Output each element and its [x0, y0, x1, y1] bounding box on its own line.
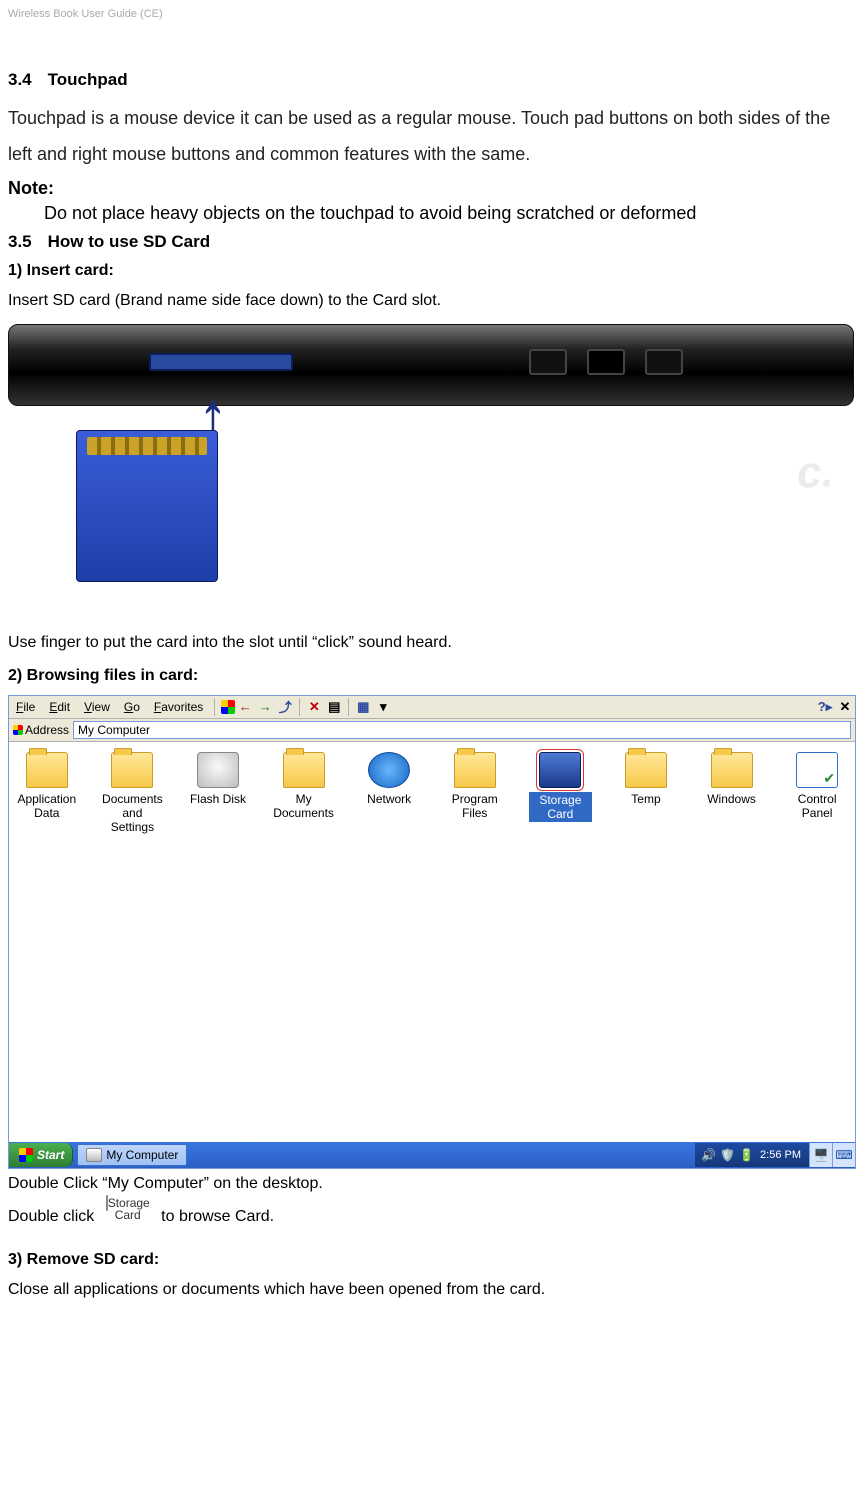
remove-card-text: Close all applications or documents whic… [8, 1279, 858, 1301]
views-dropdown-icon[interactable]: ▾ [374, 698, 392, 716]
taskbar: Start My Computer 🔊 🛡️ 🔋 2:56 PM 🖥️ ⌨ [9, 1142, 855, 1168]
forward-button[interactable]: → [256, 698, 274, 716]
note-label: Note: [8, 178, 858, 199]
drive-label: Documents and Settings [101, 792, 165, 834]
drive-my-documents[interactable]: My Documents [272, 752, 336, 820]
insert-card-heading: 1) Insert card: [8, 262, 858, 280]
taskbar-clock: 2:56 PM [760, 1149, 801, 1161]
back-button[interactable]: ← [236, 698, 254, 716]
delete-button[interactable]: ✕ [305, 698, 323, 716]
laptop-side-view [8, 324, 854, 406]
drive-network[interactable]: Network [357, 752, 421, 806]
folder-icon [111, 752, 153, 788]
section-num: 3.5 [8, 232, 32, 252]
drive-temp[interactable]: Temp [614, 752, 678, 806]
properties-button[interactable]: ▤ [325, 698, 343, 716]
sip-button[interactable]: ⌨ [832, 1143, 855, 1167]
port-2 [587, 349, 625, 375]
taskbar-item-label: My Computer [106, 1148, 178, 1162]
windows-flag-icon[interactable] [221, 700, 235, 714]
drive-application-data[interactable]: Application Data [15, 752, 79, 820]
sd-card-icon [76, 430, 218, 582]
folder-icon [625, 752, 667, 788]
explorer-icon [86, 1148, 102, 1162]
drive-label: Application Data [15, 792, 79, 820]
tray-icon[interactable]: 🔋 [739, 1148, 754, 1162]
after-insert-text: Use finger to put the card into the slot… [8, 632, 858, 654]
menu-go[interactable]: Go [117, 697, 147, 717]
close-button[interactable]: ✕ [836, 698, 854, 716]
drive-label: Windows [700, 792, 764, 806]
menu-favorites[interactable]: Favorites [147, 697, 210, 717]
insert-card-text: Insert SD card (Brand name side face dow… [8, 290, 858, 312]
control-panel-icon [796, 752, 838, 788]
menu-file[interactable]: File [9, 697, 42, 717]
touchpad-paragraph: Touchpad is a mouse device it can be use… [8, 100, 858, 172]
windows-logo-icon [19, 1148, 33, 1162]
drive-label: Storage Card [529, 792, 593, 822]
drive-label: Temp [614, 792, 678, 806]
watermark-text: c. [796, 448, 834, 499]
section-name: Touchpad [48, 70, 128, 89]
storage-card-inline-icon: Storage Card [99, 1197, 157, 1237]
menu-bar: File Edit View Go Favorites ← → ⤴ ✕ ▤ ▦ … [9, 696, 855, 719]
remove-card-heading: 3) Remove SD card: [8, 1251, 858, 1269]
drive-program-files[interactable]: Program Files [443, 752, 507, 820]
double-click-mycomputer-text: Double Click “My Computer” on the deskto… [8, 1173, 858, 1195]
folder-icon [711, 752, 753, 788]
menu-edit[interactable]: Edit [42, 697, 77, 717]
address-label: Address [9, 721, 71, 739]
menu-view[interactable]: View [77, 697, 117, 717]
sd-slot [149, 353, 293, 371]
folder-icon [283, 752, 325, 788]
explorer-window: File Edit View Go Favorites ← → ⤴ ✕ ▤ ▦ … [8, 695, 856, 1169]
folder-icon [454, 752, 496, 788]
drive-storage-card[interactable]: Storage Card [529, 752, 593, 822]
note-body: Do not place heavy objects on the touchp… [8, 199, 858, 228]
sd-card-illustration: ↑ c. [8, 318, 854, 628]
tray-icon[interactable]: 🔊 [701, 1148, 716, 1162]
drive-documents-and-settings[interactable]: Documents and Settings [101, 752, 165, 834]
address-bar: Address My Computer [9, 719, 855, 742]
drive-label: My Documents [272, 792, 336, 820]
browsing-heading: 2) Browsing files in card: [8, 667, 858, 685]
section-num: 3.4 [8, 70, 32, 90]
drive-label: Control Panel [785, 792, 849, 820]
section-3-4-title: 3.4 Touchpad [8, 70, 858, 90]
system-tray[interactable]: 🔊 🛡️ 🔋 2:56 PM [695, 1143, 809, 1167]
network-icon [368, 752, 410, 788]
folder-icon [26, 752, 68, 788]
side-ports [529, 349, 683, 375]
help-button[interactable]: ?▸ [816, 698, 834, 716]
port-3 [645, 349, 683, 375]
doc-header: Wireless Book User Guide (CE) [8, 8, 858, 70]
start-label: Start [37, 1148, 64, 1162]
port-1 [529, 349, 567, 375]
drive-control-panel[interactable]: Control Panel [785, 752, 849, 820]
drive-label: Network [357, 792, 421, 806]
section-name: How to use SD Card [48, 232, 210, 251]
storage-card-label: Storage Card [108, 1196, 150, 1222]
double-click-storagecard-line: Double click Storage Card to browse Card… [8, 1197, 858, 1237]
storage-card-icon [539, 752, 581, 788]
drive-label: Program Files [443, 792, 507, 820]
disk-icon [197, 752, 239, 788]
up-button[interactable]: ⤴ [276, 698, 294, 716]
tray-icon[interactable]: 🛡️ [720, 1148, 735, 1162]
section-3-5-title: 3.5 How to use SD Card [8, 232, 858, 252]
drive-windows[interactable]: Windows [700, 752, 764, 806]
taskbar-item-my-computer[interactable]: My Computer [77, 1144, 187, 1166]
dc-prefix: Double click [8, 1208, 94, 1225]
start-button[interactable]: Start [9, 1143, 73, 1167]
dc-suffix: to browse Card. [161, 1208, 274, 1225]
drive-flash-disk[interactable]: Flash Disk [186, 752, 250, 806]
address-input[interactable]: My Computer [73, 721, 851, 739]
views-button[interactable]: ▦ [354, 698, 372, 716]
explorer-content: Application Data Documents and Settings Fl… [9, 742, 855, 1142]
show-desktop-button[interactable]: 🖥️ [809, 1143, 832, 1167]
drive-label: Flash Disk [186, 792, 250, 806]
